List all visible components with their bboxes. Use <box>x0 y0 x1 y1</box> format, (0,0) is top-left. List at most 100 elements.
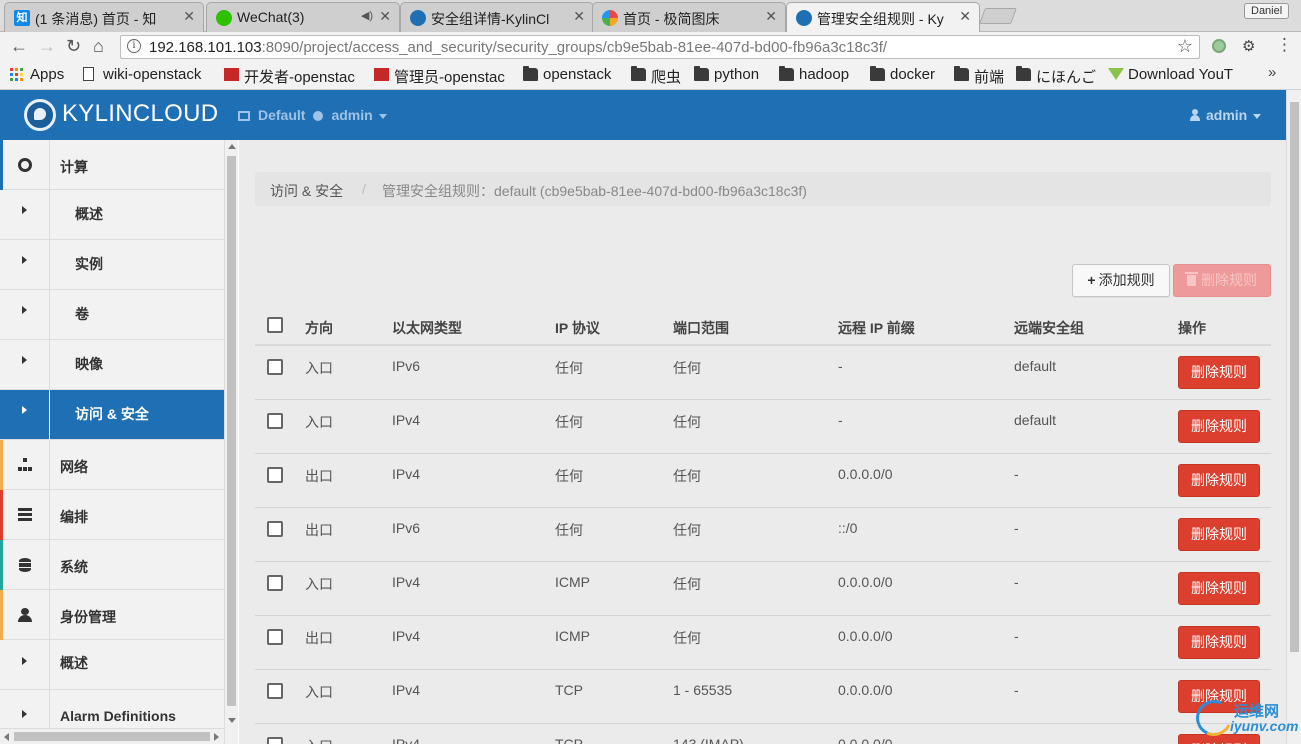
cell-protocol: ICMP <box>555 574 590 590</box>
delete-rules-button[interactable]: 删除规则 <box>1173 264 1271 297</box>
column-header[interactable]: 以太网类型 <box>392 318 462 338</box>
bookmark-download-youtube[interactable]: Download YouT <box>1108 66 1248 83</box>
close-tab-icon[interactable]: ✕ <box>765 8 777 25</box>
site-info-icon[interactable]: i <box>127 39 141 53</box>
column-header[interactable]: 远程 IP 前缀 <box>838 318 915 338</box>
browser-tab-wechat[interactable]: WeChat(3) ◀) ✕ <box>206 2 400 32</box>
sidebar-item-overview[interactable]: 概述 <box>0 190 224 240</box>
select-all-checkbox[interactable] <box>267 317 283 333</box>
row-checkbox[interactable] <box>267 521 283 537</box>
scroll-down-icon[interactable] <box>228 718 236 723</box>
bookmark-folder-python[interactable]: python <box>694 66 759 83</box>
close-tab-icon[interactable]: ✕ <box>959 8 971 25</box>
forward-arrow-icon[interactable]: → <box>38 36 56 57</box>
sidebar-item-network[interactable]: 网络 <box>0 440 224 490</box>
sidebar-item-images[interactable]: 映像 <box>0 340 224 390</box>
scrollbar-thumb[interactable] <box>227 156 236 706</box>
cell-protocol: ICMP <box>555 628 590 644</box>
bookmarks-overflow-icon[interactable]: » <box>1268 64 1276 81</box>
sidebar-item-overview-2[interactable]: 概述 <box>0 640 224 690</box>
project-selector[interactable]: Default admin <box>238 107 387 123</box>
bookmark-folder-nihongo[interactable]: にほんご <box>1016 66 1096 87</box>
bookmark-folder-crawler[interactable]: 爬虫 <box>631 66 681 87</box>
delete-rule-button[interactable]: 删除规则 <box>1178 518 1260 551</box>
reload-icon[interactable]: ↻ <box>66 36 81 57</box>
bookmark-folder-frontend[interactable]: 前端 <box>954 66 1004 87</box>
url-text[interactable]: 192.168.101.103:8090/project/access_and_… <box>149 39 887 56</box>
row-checkbox[interactable] <box>267 413 283 429</box>
sidebar-scrollbar[interactable] <box>224 140 238 744</box>
folder-icon <box>870 66 885 81</box>
home-icon[interactable]: ⌂ <box>93 36 104 57</box>
address-bar[interactable]: i 192.168.101.103:8090/project/access_an… <box>120 35 1200 59</box>
row-checkbox[interactable] <box>267 629 283 645</box>
scrollbar-thumb[interactable] <box>1290 102 1299 652</box>
add-rule-label: 添加规则 <box>1098 272 1155 288</box>
delete-rule-button[interactable]: 删除规则 <box>1178 410 1260 443</box>
browser-tab-manage-rules[interactable]: 管理安全组规则 - Ky ✕ <box>786 2 980 32</box>
sidebar-item-orchestration[interactable]: 编排 <box>0 490 224 540</box>
cell-remote-group: - <box>1014 682 1019 698</box>
caret-right-icon <box>22 306 27 314</box>
bookmark-developer-openstack[interactable]: 开发者-openstac <box>224 66 364 87</box>
bookmarks-bar: Apps wiki-openstack 开发者-openstac 管理员-ope… <box>0 62 1301 90</box>
bookmark-folder-docker[interactable]: docker <box>870 66 935 83</box>
bookmark-folder-hadoop[interactable]: hadoop <box>779 66 849 83</box>
sidebar-horizontal-scrollbar[interactable] <box>0 728 224 744</box>
scrollbar-thumb[interactable] <box>14 732 210 741</box>
extension-circle-icon[interactable] <box>1212 39 1226 53</box>
close-tab-icon[interactable]: ✕ <box>379 8 391 25</box>
sidebar-item-instances[interactable]: 实例 <box>0 240 224 290</box>
new-tab-button[interactable] <box>979 8 1017 24</box>
column-header[interactable]: 远端安全组 <box>1014 318 1084 338</box>
delete-rule-button[interactable]: 删除规则 <box>1178 572 1260 605</box>
back-arrow-icon[interactable]: ← <box>10 36 28 57</box>
column-header[interactable]: 方向 <box>305 318 333 338</box>
sidebar-item-access-security[interactable]: 访问 & 安全 <box>0 390 224 440</box>
kylin-icon <box>796 10 812 26</box>
close-tab-icon[interactable]: ✕ <box>183 8 195 25</box>
speaker-icon[interactable]: ◀) <box>361 9 373 22</box>
row-checkbox[interactable] <box>267 359 283 375</box>
bookmark-apps[interactable]: Apps <box>10 66 64 83</box>
user-menu[interactable]: admin <box>1190 107 1262 123</box>
row-checkbox[interactable] <box>267 683 283 699</box>
list-icon <box>18 508 32 521</box>
breadcrumb-parent[interactable]: 访问 & 安全 <box>270 181 343 201</box>
column-header[interactable]: IP 协议 <box>555 318 600 338</box>
sidebar-item-volumes[interactable]: 卷 <box>0 290 224 340</box>
sidebar-item-compute[interactable]: 计算 <box>0 140 224 190</box>
trash-icon <box>1185 272 1198 286</box>
browser-tab-zhihu[interactable]: 知 (1 条消息) 首页 - 知 ✕ <box>4 2 204 32</box>
extension-network-icon[interactable]: ⚙ <box>1242 37 1255 55</box>
delete-rule-button[interactable]: 删除规则 <box>1178 464 1260 497</box>
sidebar-item-identity[interactable]: 身份管理 <box>0 590 224 640</box>
sidebar-item-system[interactable]: 系统 <box>0 540 224 590</box>
cell-port-range: 任何 <box>673 468 701 484</box>
row-checkbox[interactable] <box>267 575 283 591</box>
page-scrollbar[interactable] <box>1286 90 1301 744</box>
bookmark-folder-openstack[interactable]: openstack <box>523 66 611 83</box>
close-tab-icon[interactable]: ✕ <box>573 8 585 25</box>
sitemap-icon <box>18 458 32 472</box>
scroll-left-icon[interactable] <box>4 733 9 741</box>
cell-port-range: 任何 <box>673 522 701 538</box>
add-rule-button[interactable]: + 添加规则 <box>1072 264 1170 297</box>
column-header[interactable]: 端口范围 <box>673 318 729 338</box>
sidebar-item-label: 系统 <box>60 559 88 575</box>
bookmark-star-icon[interactable]: ☆ <box>1177 36 1193 57</box>
browser-tab-security-group-detail[interactable]: 安全组详情-KylinCl ✕ <box>400 2 594 32</box>
browser-tab-image-host[interactable]: 首页 - 极简图床 ✕ <box>592 2 786 32</box>
bookmark-wiki-openstack[interactable]: wiki-openstack <box>83 66 201 83</box>
profile-button[interactable]: Daniel <box>1244 3 1290 19</box>
table-row: 入口 IPv4 TCP 1 - 65535 0.0.0.0/0- 删除规则 <box>255 670 1271 724</box>
row-checkbox[interactable] <box>267 737 283 744</box>
scroll-right-icon[interactable] <box>214 733 219 741</box>
row-checkbox[interactable] <box>267 467 283 483</box>
delete-rule-button[interactable]: 删除规则 <box>1178 626 1260 659</box>
bookmark-admin-openstack[interactable]: 管理员-openstac <box>374 66 514 87</box>
browser-menu-icon[interactable]: ⋮ <box>1276 35 1293 55</box>
caret-right-icon <box>22 406 27 414</box>
delete-rule-button[interactable]: 删除规则 <box>1178 356 1260 389</box>
scroll-up-icon[interactable] <box>228 144 236 149</box>
